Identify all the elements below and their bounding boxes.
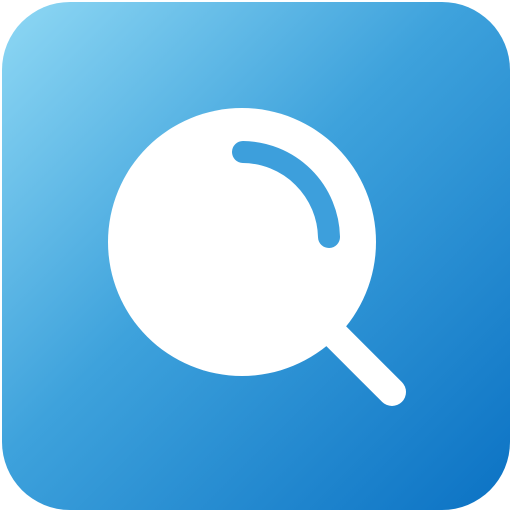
app-icon[interactable] — [0, 0, 512, 512]
search-icon — [2, 2, 510, 510]
